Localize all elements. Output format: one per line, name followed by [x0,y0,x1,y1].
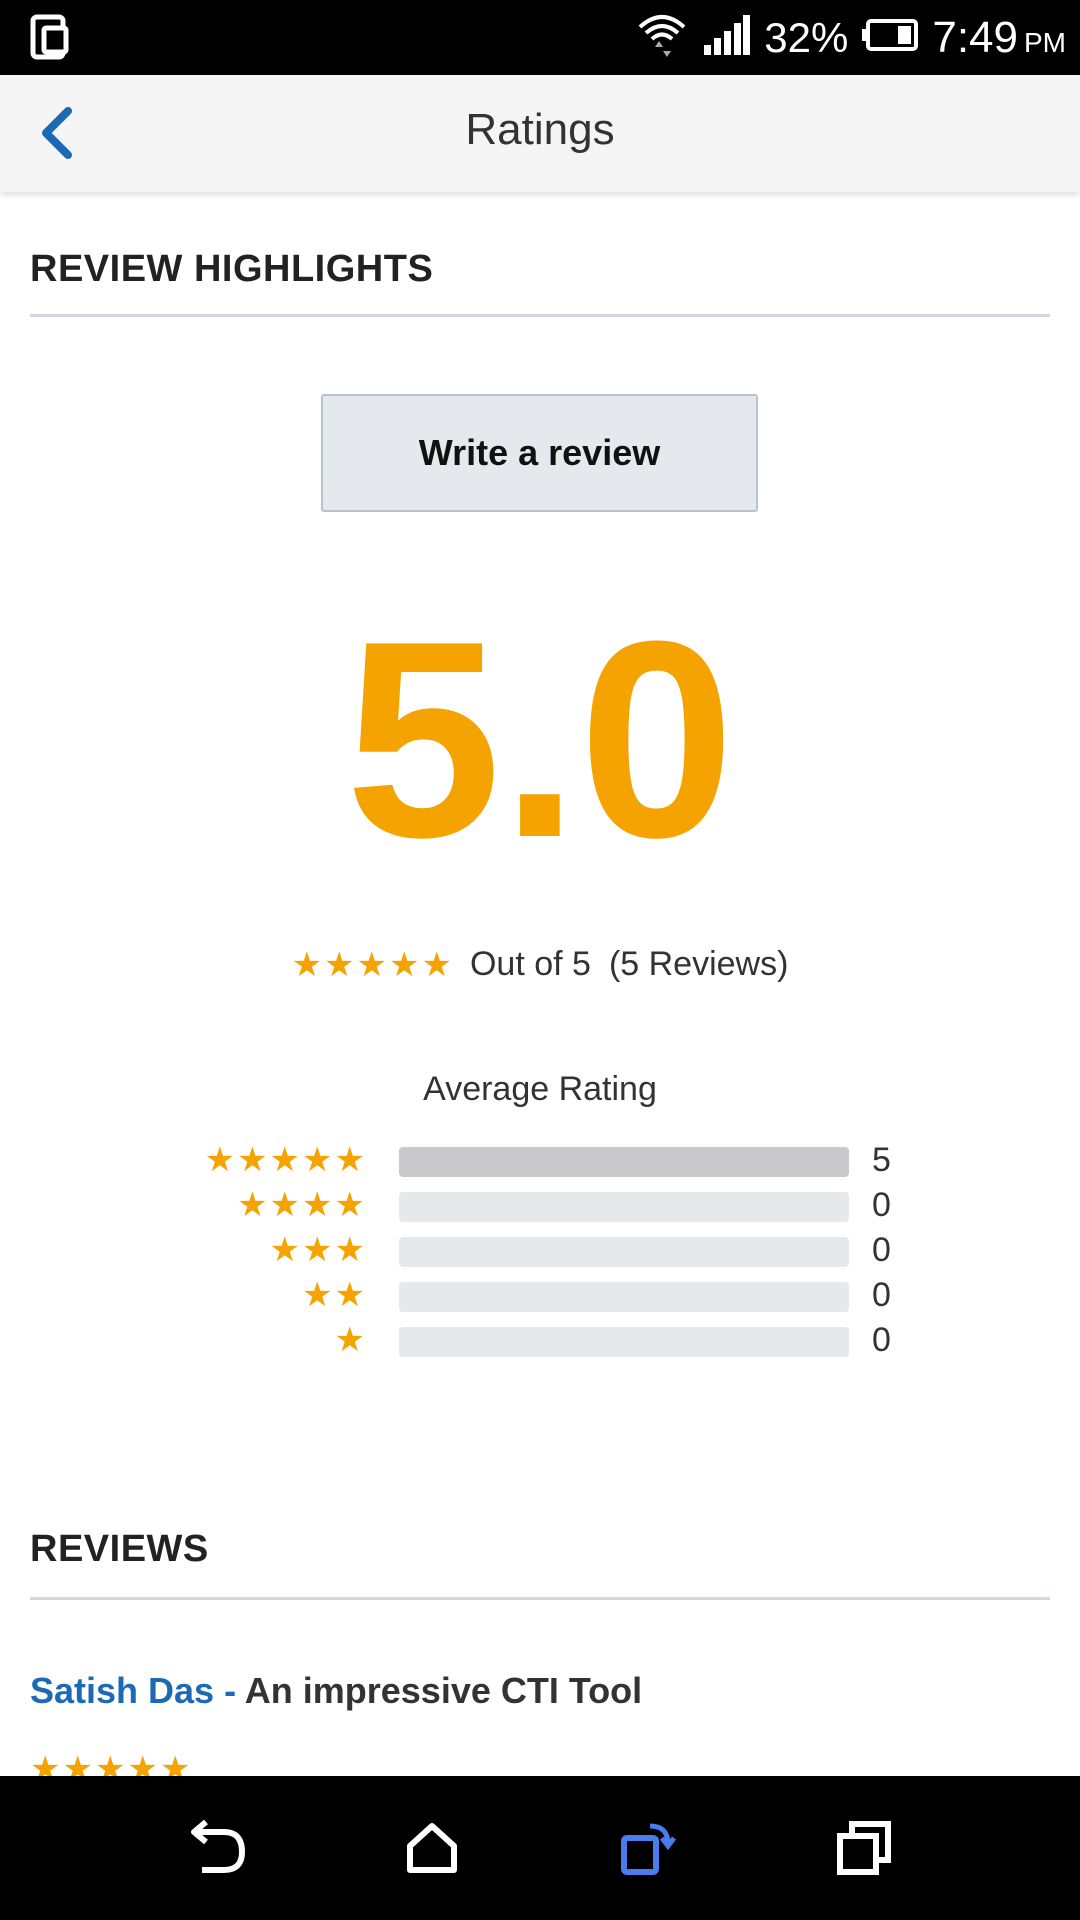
back-arrow-icon [191,1820,246,1873]
recent-apps-icon [837,1821,891,1875]
battery-icon [862,19,919,56]
rating-bar [399,1192,849,1222]
rating-row-2: ★ ★ 0 [0,1276,1080,1316]
reviewer-name[interactable]: Satish Das - [30,1670,236,1711]
rating-count: 5 [872,1141,891,1179]
status-bar: 32% 7:49 PM [0,0,1080,75]
wifi-icon [636,11,688,64]
star-icon: ★ [204,1141,236,1179]
divider [30,1597,1050,1600]
out-of-text: Out of 5 [469,945,591,983]
rating-bar-fill [399,1147,849,1177]
star-icon: ★ [334,1141,365,1179]
star-icon: ★ [269,1231,301,1269]
star-icon: ★ [421,945,452,984]
star-icon: ★ [302,1231,333,1269]
app-bar: Ratings [0,75,1080,192]
star-icon: ★ [334,1186,365,1224]
back-nav-button[interactable] [176,1808,256,1888]
page-title: Ratings [465,105,615,154]
rating-count: 0 [872,1276,891,1314]
row-stars: ★ [335,1323,365,1357]
rating-row-4: ★ ★ ★ ★ 0 [0,1186,1080,1226]
star-icon: ★ [302,1186,333,1224]
review-title: An impressive CTI Tool [244,1670,643,1711]
star-icon: ★ [302,1141,333,1179]
rating-summary: ★ ★ ★ ★ ★ Out of 5 (5 Reviews) [0,945,1080,984]
row-stars: ★ ★ ★ ★ ★ [205,1143,365,1177]
screen-rotate-button[interactable] [608,1808,688,1888]
divider [30,314,1050,317]
star-icon: ★ [291,945,323,984]
summary-stars: ★ ★ ★ ★ ★ [292,948,452,982]
reviews-count: (5 Reviews) [608,945,789,983]
star-icon: ★ [302,1276,333,1314]
star-icon: ★ [237,1186,268,1224]
navigation-bar [0,1776,1080,1920]
review-highlights-heading: REVIEW HIGHLIGHTS [30,248,434,290]
rotate-screen-icon [621,1823,676,1875]
rating-row-3: ★ ★ ★ 0 [0,1231,1080,1271]
star-icon: ★ [334,1276,365,1314]
review-item[interactable]: Satish Das - An impressive CTI Tool [30,1670,642,1712]
rating-bar [399,1327,849,1357]
screen-mirror-icon [30,14,70,65]
star-icon: ★ [334,1231,365,1269]
star-icon: ★ [237,1141,268,1179]
battery-percent: 32% [764,13,849,61]
average-score: 5.0 [345,584,735,896]
row-stars: ★ ★ ★ ★ [237,1188,365,1222]
average-rating-label: Average Rating [423,1070,657,1108]
rating-count: 0 [872,1186,891,1224]
rating-bar [399,1237,849,1267]
write-review-button[interactable]: Write a review [321,394,758,512]
star-icon: ★ [324,945,355,984]
star-icon: ★ [356,945,388,984]
recents-button[interactable] [824,1808,904,1888]
reviews-heading: REVIEWS [30,1528,209,1570]
star-icon: ★ [334,1321,365,1359]
home-button[interactable] [392,1808,472,1888]
rating-bar [399,1147,849,1177]
home-icon [407,1823,457,1873]
rating-count: 0 [872,1321,891,1359]
star-icon: ★ [269,1186,301,1224]
rating-count: 0 [872,1231,891,1269]
signal-icon [702,15,751,60]
rating-bar [399,1282,849,1312]
rating-row-5: ★ ★ ★ ★ ★ 5 [0,1141,1080,1181]
row-stars: ★ ★ [302,1278,365,1312]
clock: 7:49 PM [932,12,1066,62]
star-icon: ★ [389,945,420,984]
row-stars: ★ ★ ★ [270,1233,365,1267]
rating-row-1: ★ 0 [0,1321,1080,1361]
star-icon: ★ [269,1141,301,1179]
